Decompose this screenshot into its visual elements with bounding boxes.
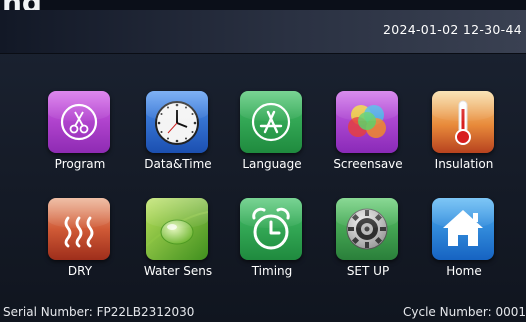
scissors-icon: [48, 91, 110, 153]
tile-label: Home: [446, 264, 482, 278]
tile-data-time[interactable]: Data&Time: [130, 91, 226, 193]
alarm-clock-icon: [240, 198, 302, 260]
gear-icon: [336, 198, 398, 260]
tile-screensave[interactable]: Screensave: [320, 91, 416, 193]
heat-waves-icon: [48, 198, 110, 260]
tile-language[interactable]: Language: [224, 91, 320, 193]
cycle-number: Cycle Number: 0001: [403, 305, 526, 319]
tile-home[interactable]: Home: [416, 198, 512, 300]
tile-program[interactable]: Program: [32, 91, 128, 193]
clock-icon: [146, 91, 208, 153]
color-circles-icon: [336, 91, 398, 153]
tile-label: Insulation: [434, 157, 494, 171]
serial-number: Serial Number: FP22LB2312030: [3, 305, 195, 319]
tile-insulation[interactable]: Insulation: [416, 91, 512, 193]
home-icon: [432, 198, 494, 260]
thermometer-icon: [432, 91, 494, 153]
menu-grid: Program Data&Time Language Screensave In…: [0, 10, 526, 322]
device-screen: 2024-01-02 12-30-44 Program Data&Time La…: [0, 10, 526, 322]
water-drop-leaf-icon: [146, 198, 208, 260]
tile-dry[interactable]: DRY: [32, 198, 128, 300]
footer-info-bar: Serial Number: FP22LB2312030 Cycle Numbe…: [0, 304, 526, 322]
tile-set-up[interactable]: SET UP: [320, 198, 416, 300]
app-store-icon: [240, 91, 302, 153]
tile-timing[interactable]: Timing: [224, 198, 320, 300]
tile-water-sens[interactable]: Water Sens: [130, 198, 226, 300]
